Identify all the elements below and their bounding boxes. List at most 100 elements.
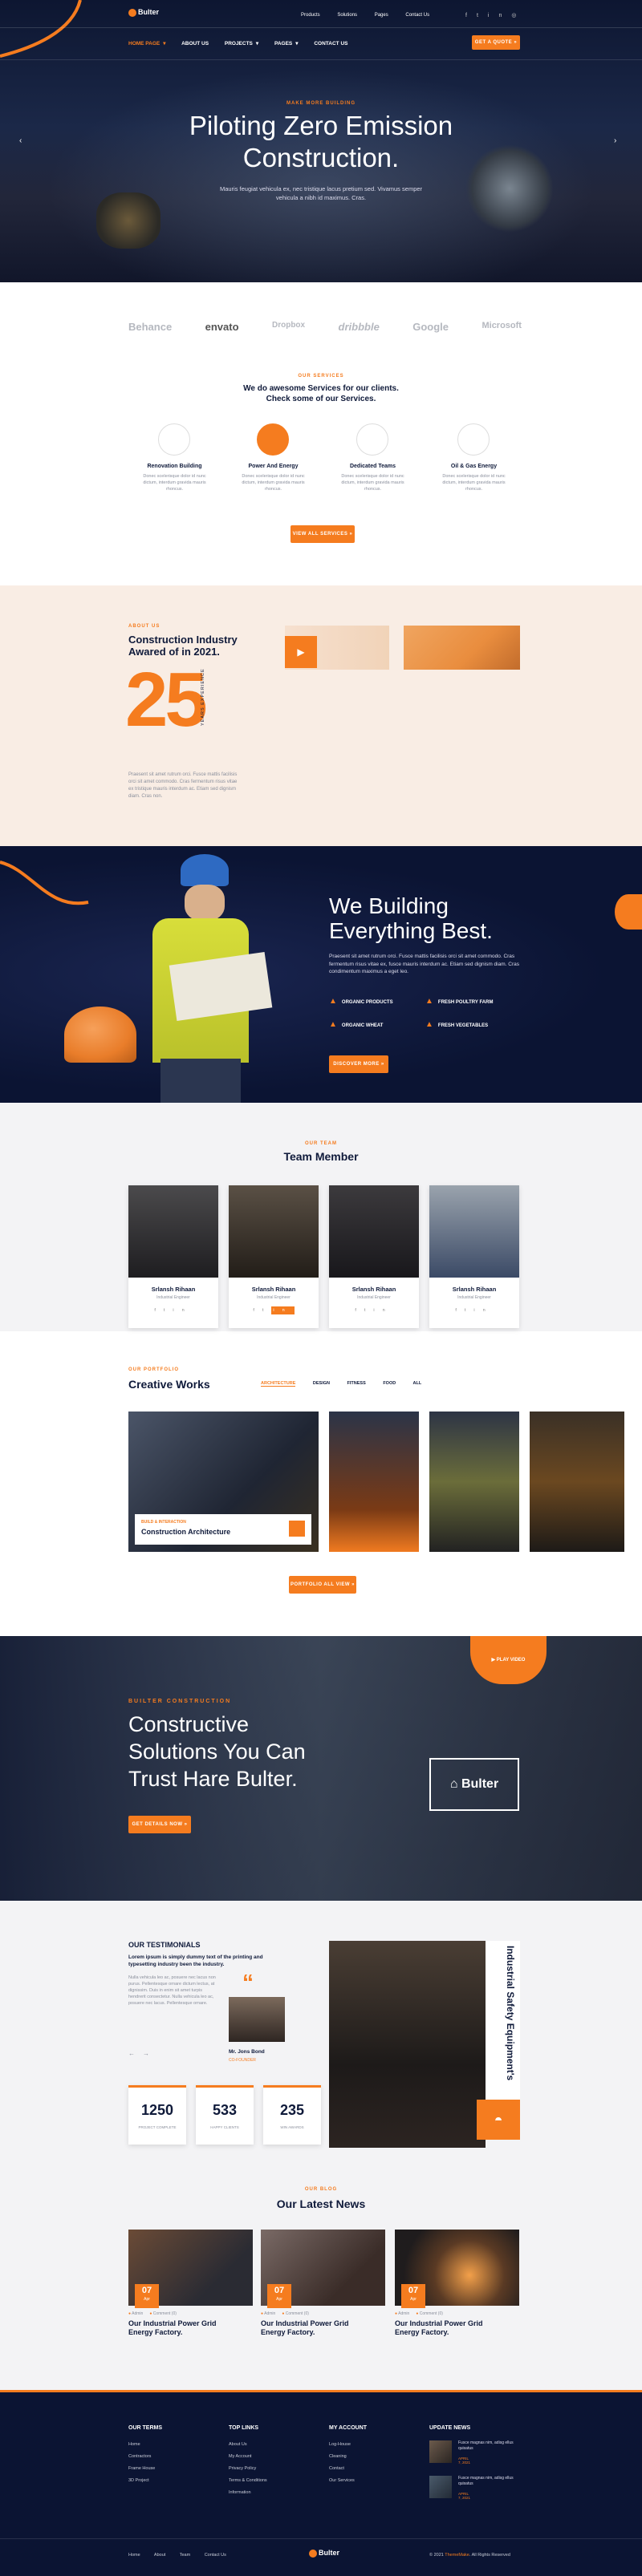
- footer-link[interactable]: Home: [128, 2442, 162, 2447]
- top-bar: Bulter Products Solutions Pages Contact …: [0, 8, 642, 24]
- filter-fitness[interactable]: FITNESS: [347, 1381, 366, 1386]
- footer-link[interactable]: Contractors: [128, 2454, 162, 2459]
- about-section: [0, 585, 642, 846]
- service-item[interactable]: Renovation Building Donec scelerisque do…: [136, 423, 213, 504]
- facebook-icon[interactable]: f: [455, 1308, 465, 1313]
- nav-about[interactable]: ABOUT US: [181, 41, 209, 47]
- nav-pages[interactable]: PAGES: [274, 41, 292, 47]
- get-details-button[interactable]: GET DETAILS NOW »: [128, 1816, 191, 1833]
- footer-link[interactable]: Terms & Conditions: [229, 2478, 267, 2483]
- update-item[interactable]: Fusce magnas nim, adisg ellus quisatus A…: [429, 2440, 514, 2476]
- hero-prev-arrow[interactable]: ‹: [19, 136, 22, 145]
- footer-logo[interactable]: Bulter: [309, 2549, 339, 2558]
- footer-link[interactable]: Our Services: [329, 2478, 367, 2483]
- get-a-quote-button[interactable]: GET A QUOTE »: [472, 35, 520, 50]
- linkedin-icon[interactable]: in: [373, 1308, 392, 1313]
- brand-dribbble: dribbble: [338, 321, 380, 333]
- footer-col: OUR TERMS Home Contractors Frame House 3…: [128, 2425, 162, 2483]
- team-card[interactable]: Srlansh Rihaan Industrial Engineer ftin: [128, 1185, 218, 1328]
- top-link-contact[interactable]: Contact Us: [405, 13, 429, 18]
- team-card[interactable]: Srlansh Rihaan Industrial Engineer ftin: [329, 1185, 419, 1328]
- twitter-icon[interactable]: t: [164, 1308, 173, 1313]
- footer-bottom-link[interactable]: About: [154, 2553, 165, 2558]
- service-item[interactable]: Dedicated Teams Donec scelerisque dolor …: [335, 423, 411, 504]
- update-item[interactable]: Fusce magnas nim, adisg ellus quisatus A…: [429, 2476, 514, 2511]
- feature-wheat: ▲ ORGANIC WHEAT: [329, 1020, 384, 1029]
- linkedin-icon[interactable]: in: [271, 1306, 295, 1314]
- footer-link[interactable]: About Us: [229, 2442, 267, 2447]
- nav-projects[interactable]: PROJECTS: [225, 41, 253, 47]
- main-nav: HOME PAGE ▾ ABOUT US PROJECTS ▾ PAGES ▾ CON…: [128, 41, 348, 47]
- stat-card: 235 WIN AWARDS: [263, 2085, 321, 2145]
- social-row: ftin: [229, 1306, 319, 1314]
- team-card[interactable]: Srlansh Rihaan Industrial Engineer ftin: [229, 1185, 319, 1328]
- discover-more-button[interactable]: DISCOVER MORE »: [329, 1055, 388, 1073]
- twitter-icon[interactable]: t: [465, 1308, 474, 1313]
- hero-text: Mauris feugiat vehicula ex, nec tristiqu…: [219, 185, 423, 201]
- footer-link[interactable]: 3D Project: [128, 2478, 162, 2483]
- footer-link[interactable]: Privacy Policy: [229, 2466, 267, 2471]
- linkedin-icon[interactable]: in: [473, 1308, 493, 1313]
- facebook-icon[interactable]: f: [253, 1308, 262, 1313]
- brand-logo[interactable]: Bulter: [128, 8, 169, 24]
- footer-bottom-link[interactable]: Team: [180, 2553, 190, 2558]
- footer-link[interactable]: Information: [229, 2490, 267, 2495]
- view-all-services-button[interactable]: VIEW ALL SERVICES »: [291, 525, 355, 543]
- filter-food[interactable]: FOOD: [383, 1381, 396, 1386]
- nav-divider: [0, 27, 642, 28]
- linkedin-icon[interactable]: in: [173, 1308, 192, 1313]
- footer-link[interactable]: Frame House: [128, 2466, 162, 2471]
- twitter-icon[interactable]: t: [477, 13, 488, 18]
- portfolio-item-large[interactable]: BUILD & INTERACTION Construction Archite…: [128, 1412, 319, 1552]
- filter-architecture[interactable]: ARCHITECTURE: [261, 1381, 296, 1387]
- nav-home[interactable]: HOME PAGE: [128, 41, 160, 47]
- footer-link[interactable]: Cleaning: [329, 2454, 367, 2459]
- footer-bottom-link[interactable]: Home: [128, 2553, 140, 2558]
- play-button[interactable]: ▶: [285, 636, 317, 668]
- facebook-icon[interactable]: f: [465, 13, 477, 18]
- news-card[interactable]: 07 Apr ● Admin ● Comment (0) Our Industria…: [261, 2230, 385, 2350]
- testimonials-section: [0, 1901, 642, 2165]
- top-link-pages[interactable]: Pages: [375, 13, 388, 18]
- facebook-icon[interactable]: f: [154, 1308, 164, 1313]
- years-number: 25: [125, 657, 208, 743]
- nav-contact[interactable]: CONTACT US: [314, 41, 347, 47]
- filter-all[interactable]: ALL: [413, 1381, 422, 1386]
- hero-next-arrow[interactable]: ›: [614, 136, 616, 145]
- twitter-icon[interactable]: t: [262, 1308, 272, 1313]
- footer-link[interactable]: My Account: [229, 2454, 267, 2459]
- footer-bottom-link[interactable]: Contact Us: [205, 2553, 226, 2558]
- portfolio-item[interactable]: [429, 1412, 519, 1552]
- team-card[interactable]: Srlansh Rihaan Industrial Engineer ftin: [429, 1185, 519, 1328]
- arrow-right-icon[interactable]: →: [143, 2050, 149, 2057]
- building-title: We Building Everything Best.: [329, 893, 493, 943]
- news-card[interactable]: 07 Apr ● Admin ● Comment (0) Our Industria…: [395, 2230, 519, 2350]
- news-card[interactable]: 07 Apr ● Admin ● Comment (0) Our Industria…: [128, 2230, 253, 2350]
- feature-poultry: ▲ FRESH POULTRY FARM: [425, 997, 494, 1006]
- oil-gas-icon: [457, 423, 490, 456]
- arrow-left-icon[interactable]: ←: [128, 2050, 135, 2057]
- instagram-icon[interactable]: ◎: [511, 13, 526, 18]
- team-kicker: OUR TEAM: [305, 1141, 337, 1146]
- top-link-products[interactable]: Products: [301, 13, 320, 18]
- chevron-left-icon: ‹: [19, 136, 22, 145]
- news-title: Our Latest News: [276, 2197, 366, 2210]
- portfolio-view-all-button[interactable]: PORTFOLIO ALL VIEW »: [289, 1576, 356, 1594]
- facebook-icon[interactable]: f: [355, 1308, 364, 1313]
- service-item[interactable]: Power And Energy Donec scelerisque dolor…: [235, 423, 311, 504]
- portfolio-item[interactable]: [530, 1412, 624, 1552]
- footer-link[interactable]: Log-House: [329, 2442, 367, 2447]
- cta-section: [0, 1636, 642, 1901]
- years-label: YEARS EXPERIENCE: [201, 668, 205, 726]
- chevron-right-icon: ›: [614, 136, 617, 145]
- team-photo: [128, 1185, 218, 1278]
- twitter-icon[interactable]: t: [364, 1308, 374, 1313]
- service-item[interactable]: Oil & Gas Energy Donec scelerisque dolor…: [436, 423, 512, 504]
- portfolio-kicker: OUR PORTFOLIO: [128, 1367, 179, 1372]
- linkedin-icon[interactable]: in: [488, 13, 511, 18]
- footer-link[interactable]: Contact: [329, 2466, 367, 2471]
- portfolio-item[interactable]: [329, 1412, 419, 1552]
- filter-design[interactable]: DESIGN: [313, 1381, 330, 1386]
- top-link-solutions[interactable]: Solutions: [337, 13, 357, 18]
- logo-icon: [309, 2549, 317, 2558]
